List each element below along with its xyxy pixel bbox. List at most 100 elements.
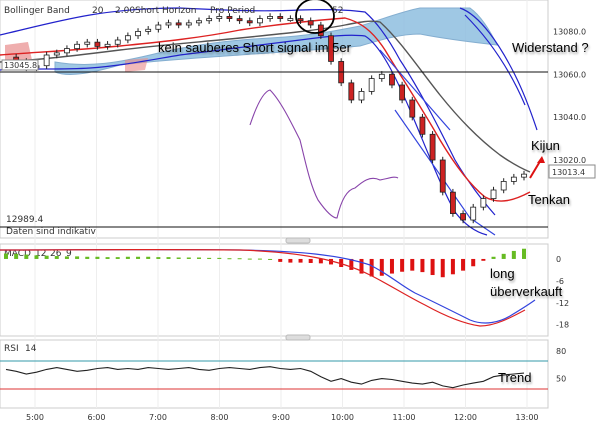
annotation-short-signal: kein sauberes Short signal im 5er — [158, 40, 352, 55]
candle — [429, 133, 436, 161]
candle — [510, 176, 517, 182]
macd-bar — [308, 258, 313, 263]
macd-bar — [237, 258, 242, 260]
legend-label: 52 — [332, 6, 343, 16]
macd-bar — [105, 257, 110, 259]
candle — [368, 78, 375, 92]
candle — [307, 20, 314, 26]
macd-bar — [64, 256, 69, 259]
x-tick-label: 6:00 — [88, 413, 106, 422]
x-tick-label: 8:00 — [211, 413, 229, 422]
rsi-tick-label: 80 — [556, 347, 566, 356]
svg-text:13013.4: 13013.4 — [552, 168, 585, 177]
macd-bar — [85, 256, 90, 259]
annotation-long: long — [490, 266, 515, 281]
y-tick-label: 13020.0 — [553, 156, 586, 165]
macd-bar — [54, 256, 59, 259]
last-price-tag: 13013.4 — [548, 164, 596, 179]
footer-note: Daten sind indikativ — [6, 227, 97, 237]
candle — [460, 213, 466, 221]
macd-bar — [389, 258, 394, 274]
candle — [521, 173, 527, 178]
candle — [165, 22, 172, 26]
macd-bar — [410, 258, 415, 271]
candle — [145, 28, 152, 32]
candle — [500, 181, 507, 191]
time-axis: 5:00 6:00 7:00 8:00 9:00 10:00 11:00 12:00 13:00 — [26, 413, 539, 422]
macd-bar — [166, 257, 171, 259]
y-tick-label: 13040.0 — [553, 113, 586, 122]
legend-label: 2.00 — [115, 6, 135, 16]
candle — [124, 35, 131, 41]
candle — [206, 18, 213, 22]
candle — [399, 84, 406, 101]
candle — [297, 18, 304, 22]
macd-bar — [176, 257, 181, 259]
x-tick-label: 7:00 — [149, 413, 167, 422]
x-tick-label: 9:00 — [272, 413, 290, 422]
candle — [135, 31, 141, 37]
candle — [358, 91, 365, 101]
macd-bar — [115, 257, 120, 259]
candle — [450, 191, 456, 214]
macd-bar — [471, 258, 476, 267]
candle — [155, 24, 162, 30]
x-tick-label: 5:00 — [26, 413, 44, 422]
macd-bar — [136, 256, 141, 259]
legend-label: Pro Period — [210, 6, 255, 16]
macd-bar — [34, 255, 39, 259]
rsi-resize-handle[interactable] — [285, 334, 311, 341]
macd-bar — [491, 256, 496, 259]
macd-bar — [44, 255, 49, 259]
candle — [104, 43, 111, 47]
macd-bar — [288, 258, 293, 263]
macd-bar — [522, 248, 526, 259]
candle — [114, 39, 121, 45]
rsi-axis: 80 50 — [556, 347, 566, 383]
macd-bar — [217, 257, 222, 259]
candle — [257, 18, 263, 24]
x-tick-label: 12:00 — [454, 413, 477, 422]
candle — [267, 16, 273, 19]
annotation-ueberverkauft: überverkauft — [490, 284, 563, 299]
candle — [236, 18, 243, 22]
y-tick-label: 13080.0 — [553, 27, 586, 36]
macd-bar — [400, 258, 405, 272]
macd-bar — [511, 250, 516, 259]
macd-resize-handle[interactable] — [285, 237, 311, 244]
macd-bar — [207, 257, 212, 259]
candle — [196, 20, 202, 24]
legend-label: 20 — [92, 6, 104, 16]
annotation-kijun: Kijun — [531, 138, 560, 153]
x-tick-label: 11:00 — [392, 413, 415, 422]
candle — [277, 16, 284, 19]
macd-bar — [298, 258, 303, 263]
candle — [348, 82, 355, 101]
macd-bar — [95, 256, 100, 259]
macd-bar — [196, 257, 201, 259]
candle — [64, 48, 70, 54]
candle — [94, 41, 101, 47]
macd-bar — [146, 256, 151, 259]
low-marker: 12989.4 — [6, 215, 43, 225]
macd-tick-label: 0 — [556, 255, 561, 264]
candle — [490, 189, 497, 199]
annotation-widerstand: Widerstand ? — [512, 40, 589, 55]
macd-bar — [4, 253, 8, 259]
trading-chart[interactable]: 13080.0 13060.0 13040.0 13020.0 13013.4 Bol… — [0, 0, 600, 426]
y-tick-label: 13060.0 — [553, 70, 586, 79]
candle — [84, 41, 91, 45]
macd-bar — [257, 258, 262, 260]
macd-bar — [186, 257, 191, 259]
candle — [246, 20, 253, 24]
macd-bar — [278, 258, 283, 262]
macd-bar — [227, 258, 232, 260]
macd-bar — [481, 258, 486, 261]
macd-bar — [461, 258, 466, 271]
macd-bar — [430, 258, 435, 276]
candle — [419, 116, 426, 135]
macd-bar — [268, 258, 273, 260]
candle — [216, 16, 223, 19]
macd-tick-label: -18 — [556, 321, 569, 330]
candle — [53, 52, 60, 56]
